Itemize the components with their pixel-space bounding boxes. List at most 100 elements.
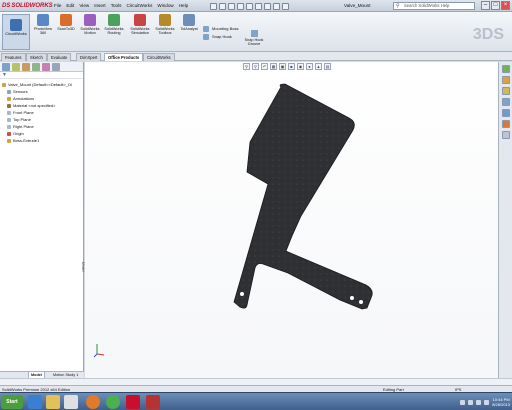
new-document-icon[interactable]	[210, 2, 217, 10]
file-explorer-icon[interactable]	[501, 87, 510, 95]
toolbox-icon	[159, 14, 171, 26]
property-manager-icon[interactable]	[12, 63, 20, 71]
routing-button[interactable]: SolidWorks Routing	[103, 14, 125, 36]
search-icon[interactable]	[501, 98, 510, 106]
minimize-icon[interactable]: –	[481, 1, 490, 10]
tree-item-material[interactable]: Material <not specified>	[1, 102, 82, 109]
menu-window[interactable]: Window	[157, 1, 173, 11]
tree-item-origin[interactable]: Origin	[1, 130, 82, 137]
scanto3d-icon	[60, 14, 72, 26]
media-player-icon[interactable]	[64, 395, 78, 409]
circuitworks-label: CircuitWorks	[5, 32, 27, 36]
tolanalyst-button[interactable]: TolAnalyst	[178, 14, 200, 31]
menu-insert[interactable]: Insert	[94, 1, 106, 11]
menu-file[interactable]: File	[54, 1, 61, 11]
scanto3d-button[interactable]: ScanTo3D	[55, 14, 77, 31]
solidworks-taskbar-icon[interactable]	[126, 395, 140, 409]
snap-hook-button[interactable]: Snap Hook	[203, 33, 232, 41]
configuration-manager-icon[interactable]	[22, 63, 30, 71]
part-model-view[interactable]	[85, 62, 498, 378]
3ds-watermark: 3DS	[472, 26, 504, 43]
snap-hook-groove-label: Snap Hook Groove	[244, 38, 264, 47]
search-icon: ⚲	[396, 3, 400, 9]
design-library-icon[interactable]	[501, 76, 510, 84]
motion-label: SolidWorks Motion	[80, 27, 100, 36]
tree-item-label: Boss-Extrude1	[13, 138, 40, 143]
toolbox-button[interactable]: SolidWorks Toolbox	[154, 14, 176, 36]
mounting-hole	[350, 296, 354, 300]
app-name: SOLIDWORKS	[11, 3, 53, 9]
rebuild-icon[interactable]	[264, 2, 271, 10]
battery-icon[interactable]	[476, 399, 482, 405]
mounting-boss-button[interactable]: Mounting Boss	[203, 25, 238, 33]
close-icon[interactable]: ×	[501, 1, 510, 10]
view-palette-icon[interactable]	[501, 109, 510, 117]
valve-mount-plate	[233, 83, 373, 310]
tab-sketch[interactable]: Sketch	[26, 53, 47, 61]
search-help-input[interactable]: ⚲ Search SolidWorks Help	[393, 2, 475, 10]
horizontal-scrollbar[interactable]	[0, 378, 512, 385]
tree-item-label: Annotations	[13, 96, 35, 101]
tab-dimxpert[interactable]: DimXpert	[76, 53, 102, 61]
filter-icon[interactable]: ▼	[0, 72, 83, 79]
menu-help[interactable]: Help	[179, 1, 188, 11]
open-icon[interactable]	[219, 2, 226, 10]
display-manager-icon[interactable]	[42, 63, 50, 71]
clock-date: 8/28/2013	[492, 402, 510, 407]
start-button[interactable]: Start	[1, 395, 23, 409]
maximize-icon[interactable]: □	[491, 1, 500, 10]
tab-features[interactable]: Features	[1, 53, 26, 61]
toolbox-label: SolidWorks Toolbox	[155, 27, 175, 36]
tree-item-annotations[interactable]: Annotations	[1, 95, 82, 102]
custom-properties-icon[interactable]	[501, 131, 510, 139]
graphics-area[interactable]: ⚲ ⚲ ↶ ▦ ▣ ■ ◉ ● ▲ ▤	[85, 62, 498, 378]
feature-tree-icon[interactable]	[2, 63, 10, 71]
menu-view[interactable]: View	[79, 1, 89, 11]
feature-manager-toolbar	[0, 62, 83, 72]
network-icon[interactable]	[460, 399, 466, 405]
tree-item-boss-extrude[interactable]: Boss-Extrude1	[1, 137, 82, 144]
volume-icon[interactable]	[468, 399, 474, 405]
photoview-button[interactable]: PhotoView 360	[33, 14, 53, 36]
options-icon[interactable]	[282, 2, 289, 10]
adobe-reader-icon[interactable]	[146, 395, 160, 409]
clock[interactable]: 10:44 PM 8/28/2013	[492, 397, 510, 407]
tree-item-part[interactable]: Valve_Mount (Default<<Default>_Di	[1, 81, 82, 88]
tree-item-top-plane[interactable]: Top Plane	[1, 116, 82, 123]
sensor-icon	[7, 89, 11, 94]
menu-tools[interactable]: Tools	[111, 1, 122, 11]
appearances-icon[interactable]	[501, 120, 510, 128]
motion-button[interactable]: SolidWorks Motion	[79, 14, 101, 36]
solidworks-logo[interactable]: DSSOLIDWORKS	[2, 1, 53, 11]
menu-circuitworks[interactable]: CircuitWorks	[126, 1, 152, 11]
select-icon[interactable]	[255, 2, 262, 10]
tab-evaluate[interactable]: Evaluate	[47, 53, 72, 61]
tree-item-right-plane[interactable]: Right Plane	[1, 123, 82, 130]
ds-logo-mark: DS	[2, 3, 11, 9]
scanto3d-label: ScanTo3D	[57, 27, 75, 31]
file-properties-icon[interactable]	[273, 2, 280, 10]
menu-edit[interactable]: Edit	[66, 1, 74, 11]
expand-panel-icon[interactable]	[52, 63, 60, 71]
tree-item-label: Top Plane	[13, 117, 31, 122]
solidworks-resources-icon[interactable]	[501, 65, 510, 73]
flag-icon[interactable]	[484, 399, 490, 405]
plane-icon	[7, 124, 11, 129]
undo-icon[interactable]	[246, 2, 253, 10]
print-icon[interactable]	[237, 2, 244, 10]
dimxpert-manager-icon[interactable]	[32, 63, 40, 71]
tab-circuitworks[interactable]: CircuitWorks	[143, 53, 175, 61]
search-placeholder: Search SolidWorks Help	[404, 3, 450, 8]
tree-item-sensors[interactable]: Sensors	[1, 88, 82, 95]
simulation-button[interactable]: SolidWorks Simulation	[128, 14, 152, 36]
firefox-icon[interactable]	[86, 395, 100, 409]
chrome-icon[interactable]	[106, 395, 120, 409]
file-explorer-icon[interactable]	[46, 395, 60, 409]
tab-office-products[interactable]: Office Products	[104, 53, 144, 61]
circuitworks-button[interactable]: CircuitWorks	[2, 14, 30, 50]
tree-item-front-plane[interactable]: Front Plane	[1, 109, 82, 116]
save-icon[interactable]	[228, 2, 235, 10]
menu-bar: File Edit View Insert Tools CircuitWorks…	[54, 1, 188, 11]
internet-explorer-icon[interactable]	[28, 395, 42, 409]
snap-hook-groove-button[interactable]: Snap Hook Groove	[243, 30, 265, 47]
